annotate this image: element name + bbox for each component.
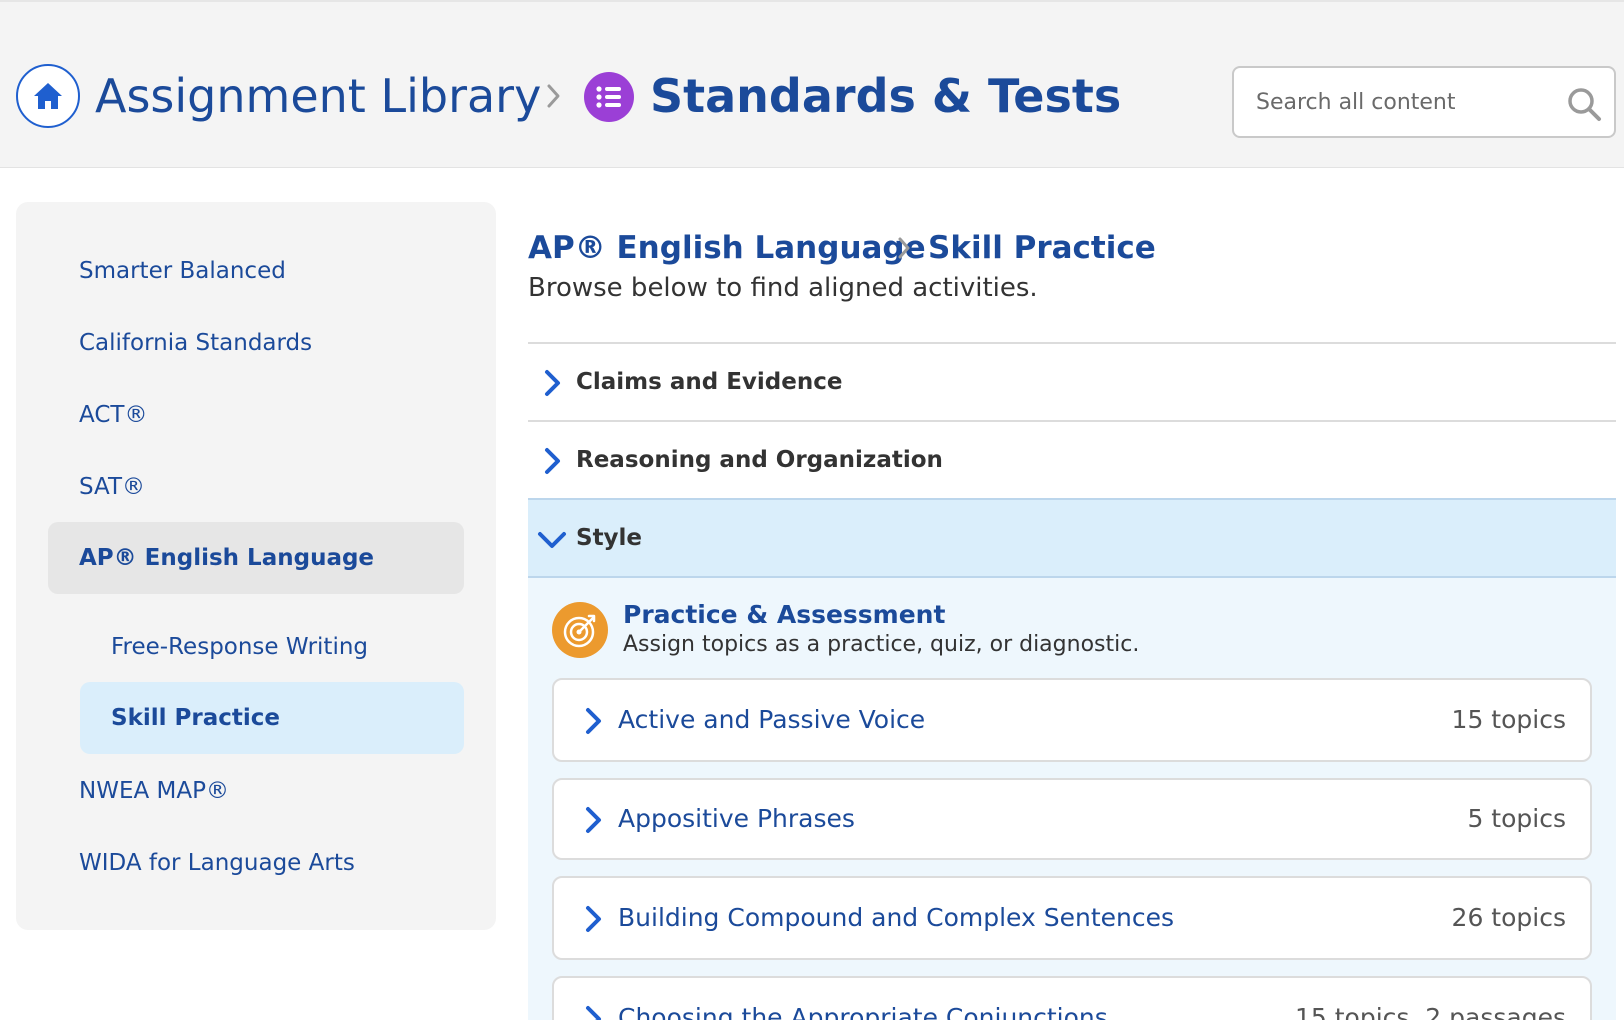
practice-assessment-title[interactable]: Practice & Assessment xyxy=(623,598,945,632)
topic-count: 26 topics xyxy=(1451,903,1566,932)
page-title: Standards & Tests xyxy=(650,69,1122,123)
sidebar-item-smarter-balanced[interactable]: Smarter Balanced xyxy=(16,238,496,304)
topic-row[interactable]: Active and Passive Voice 15 topics xyxy=(552,678,1592,762)
home-button[interactable] xyxy=(16,64,80,128)
section-label: Reasoning and Organization xyxy=(576,447,943,473)
sidebar-item-wida[interactable]: WIDA for Language Arts xyxy=(16,830,496,896)
breadcrumb-assignment-library[interactable]: Assignment Library xyxy=(95,66,541,126)
topic-row[interactable]: Choosing the Appropriate Conjunctions 15… xyxy=(552,976,1592,1020)
topic-name: Building Compound and Complex Sentences xyxy=(618,903,1174,932)
topic-name: Appositive Phrases xyxy=(618,804,855,833)
sidebar-item-act[interactable]: ACT® xyxy=(16,382,496,448)
search-box xyxy=(1232,66,1616,138)
topic-count: 15 topics, 2 passages xyxy=(1294,1003,1566,1020)
chevron-right-icon xyxy=(545,448,560,474)
topic-row[interactable]: Appositive Phrases 5 topics xyxy=(552,778,1592,860)
topic-name: Choosing the Appropriate Conjunctions xyxy=(618,1003,1108,1020)
section-reasoning-and-organization[interactable]: Reasoning and Organization xyxy=(528,420,1616,498)
section-claims-and-evidence[interactable]: Claims and Evidence xyxy=(528,342,1616,420)
list-icon xyxy=(584,72,634,122)
sidebar-subitem-skill-practice[interactable]: Skill Practice xyxy=(80,682,464,754)
chevron-right-icon xyxy=(586,906,601,932)
breadcrumb-skill-practice: Skill Practice xyxy=(928,230,1156,266)
sidebar-item-ap-english-language[interactable]: AP® English Language xyxy=(48,522,464,594)
sidebar-subitem-free-response-writing[interactable]: Free-Response Writing xyxy=(80,612,464,682)
page-subtitle: Browse below to find aligned activities. xyxy=(528,273,1038,303)
topic-count: 15 topics xyxy=(1451,705,1566,734)
chevron-right-icon xyxy=(547,84,560,108)
page: Assignment Library Standards & Tests Sea… xyxy=(0,0,1624,1020)
section-label: Claims and Evidence xyxy=(576,369,843,395)
sidebar-item-sat[interactable]: SAT® xyxy=(16,454,496,520)
topic-name: Active and Passive Voice xyxy=(618,705,926,734)
practice-assessment-description: Assign topics as a practice, quiz, or di… xyxy=(623,632,1140,657)
sidebar: Smarter Balanced California Standards AC… xyxy=(16,202,496,930)
topic-count: 5 topics xyxy=(1467,804,1566,833)
topic-row[interactable]: Building Compound and Complex Sentences … xyxy=(552,876,1592,960)
search-input[interactable] xyxy=(1256,68,1556,136)
target-icon xyxy=(552,602,608,658)
sidebar-item-california-standards[interactable]: California Standards xyxy=(16,310,496,376)
section-style[interactable]: Style xyxy=(528,498,1616,578)
sidebar-item-nwea-map[interactable]: NWEA MAP® xyxy=(16,758,496,824)
header: Assignment Library Standards & Tests xyxy=(0,0,1624,168)
chevron-right-icon xyxy=(586,1006,601,1020)
breadcrumb-ap-english-language[interactable]: AP® English Language xyxy=(528,226,926,270)
section-label: Style xyxy=(576,525,643,551)
home-icon xyxy=(34,83,62,109)
chevron-down-icon xyxy=(538,532,566,548)
chevron-right-icon xyxy=(586,708,601,734)
chevron-right-icon xyxy=(586,807,601,833)
chevron-right-icon xyxy=(898,237,910,259)
search-icon[interactable] xyxy=(1566,86,1602,122)
style-panel: Practice & Assessment Assign topics as a… xyxy=(528,578,1616,1020)
chevron-right-icon xyxy=(545,370,560,396)
